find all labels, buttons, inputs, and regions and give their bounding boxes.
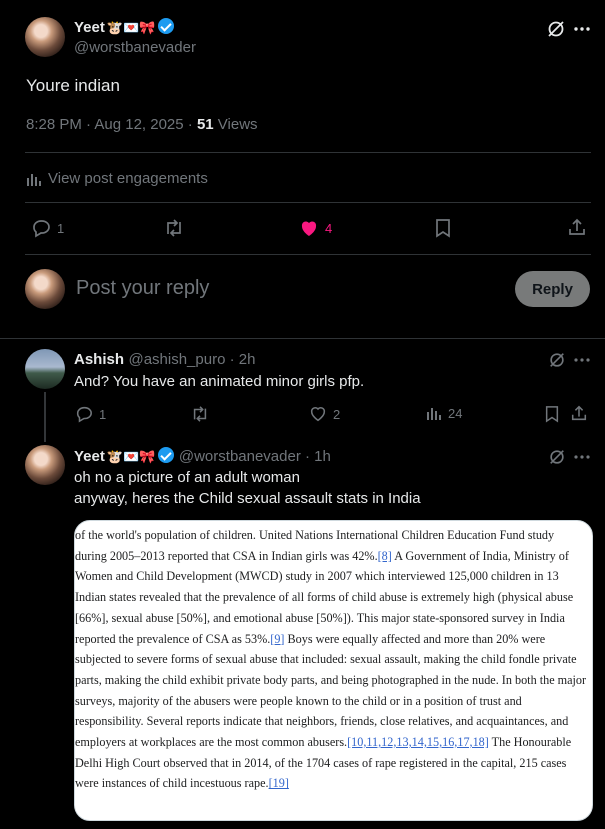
reply-count: 1 [99, 406, 107, 422]
author-name[interactable]: Yeet [74, 448, 105, 465]
grok-icon[interactable] [548, 351, 566, 369]
share-icon[interactable] [570, 404, 588, 422]
post-meta: 8:28 PM · Aug 12, 2025 · 51 Views [26, 116, 258, 133]
divider [25, 254, 591, 255]
verified-badge-icon [158, 447, 175, 463]
repost-icon[interactable] [190, 405, 210, 423]
avatar[interactable] [25, 445, 65, 485]
analytics-icon [27, 173, 41, 186]
heart-icon [310, 407, 326, 422]
post-timestamp[interactable]: 8:28 PM · Aug 12, 2025 · [26, 116, 197, 133]
repost-icon[interactable] [163, 218, 185, 238]
like-action[interactable]: 4 [299, 218, 332, 238]
reply-count: 1 [57, 220, 65, 236]
author-handle[interactable]: @worstbanevader [179, 448, 301, 465]
reply-text: And? You have an animated minor girls pf… [74, 373, 365, 390]
reply-text-line2: anyway, heres the Child sexual assault s… [74, 490, 421, 507]
thread-line [44, 392, 46, 442]
reply-author: Yeet 🐮💌🎀 @worstbanevader · 1h [74, 447, 331, 466]
reply-time[interactable]: · 1h [301, 448, 331, 465]
views-action[interactable]: 24 [426, 405, 462, 421]
reply-text-line1: oh no a picture of an adult woman [74, 469, 300, 486]
compose-avatar [25, 269, 65, 309]
share-icon[interactable] [567, 217, 587, 237]
reply-author: Ashish @ashish_puro · 2h [74, 351, 255, 369]
divider [25, 202, 591, 203]
grok-icon[interactable] [548, 448, 566, 466]
heart-filled-icon [301, 221, 317, 236]
reply-time[interactable]: · 2h [225, 351, 256, 368]
citation-link[interactable]: [9] [270, 632, 284, 646]
reply-action[interactable]: 1 [31, 218, 64, 238]
reply-input[interactable]: Post your reply [76, 277, 496, 300]
like-action[interactable]: 2 [309, 405, 340, 423]
image-paragraph: Boys were equally affected and more than… [75, 631, 587, 750]
citation-link[interactable]: [8] [378, 549, 392, 563]
reply-action[interactable]: 1 [75, 405, 106, 423]
avatar[interactable] [25, 17, 65, 57]
author-emojis: 🐮💌🎀 [106, 449, 156, 464]
post-text: Youre indian [26, 76, 120, 95]
post-author: Yeet 🐮💌🎀 [74, 18, 175, 37]
author-handle[interactable]: @ashish_puro [128, 351, 225, 368]
like-count: 4 [325, 220, 333, 236]
avatar[interactable] [25, 349, 65, 389]
reply-icon [76, 406, 92, 423]
more-icon[interactable] [572, 449, 592, 465]
author-emojis: 🐮💌🎀 [106, 20, 156, 35]
author-name[interactable]: Yeet [74, 19, 105, 36]
citation-link[interactable]: [19] [269, 776, 289, 790]
more-icon[interactable] [572, 352, 592, 368]
reply-button[interactable]: Reply [515, 271, 590, 307]
views-label: Views [213, 116, 258, 133]
attached-image[interactable]: of the world's population of children. U… [74, 520, 593, 821]
grok-icon[interactable] [546, 19, 566, 39]
view-engagements-link[interactable]: View post engagements [26, 170, 208, 187]
image-text: of the world's population of children. U… [75, 521, 592, 794]
divider [25, 152, 591, 153]
author-name[interactable]: Ashish [74, 351, 124, 368]
views-count: 51 [196, 116, 214, 133]
citation-link[interactable]: [10,11,12,13,14,15,16,17,18] [347, 735, 489, 749]
bookmark-icon[interactable] [434, 218, 452, 238]
analytics-icon [427, 408, 441, 420]
divider [0, 338, 605, 339]
author-handle[interactable]: @worstbanevader [74, 39, 196, 56]
more-icon[interactable] [572, 20, 592, 38]
reply-icon [33, 220, 50, 238]
verified-badge-icon [158, 18, 175, 34]
views-count: 24 [448, 405, 463, 421]
like-count: 2 [333, 406, 341, 422]
engagements-label: View post engagements [48, 170, 208, 187]
bookmark-icon[interactable] [544, 405, 560, 423]
